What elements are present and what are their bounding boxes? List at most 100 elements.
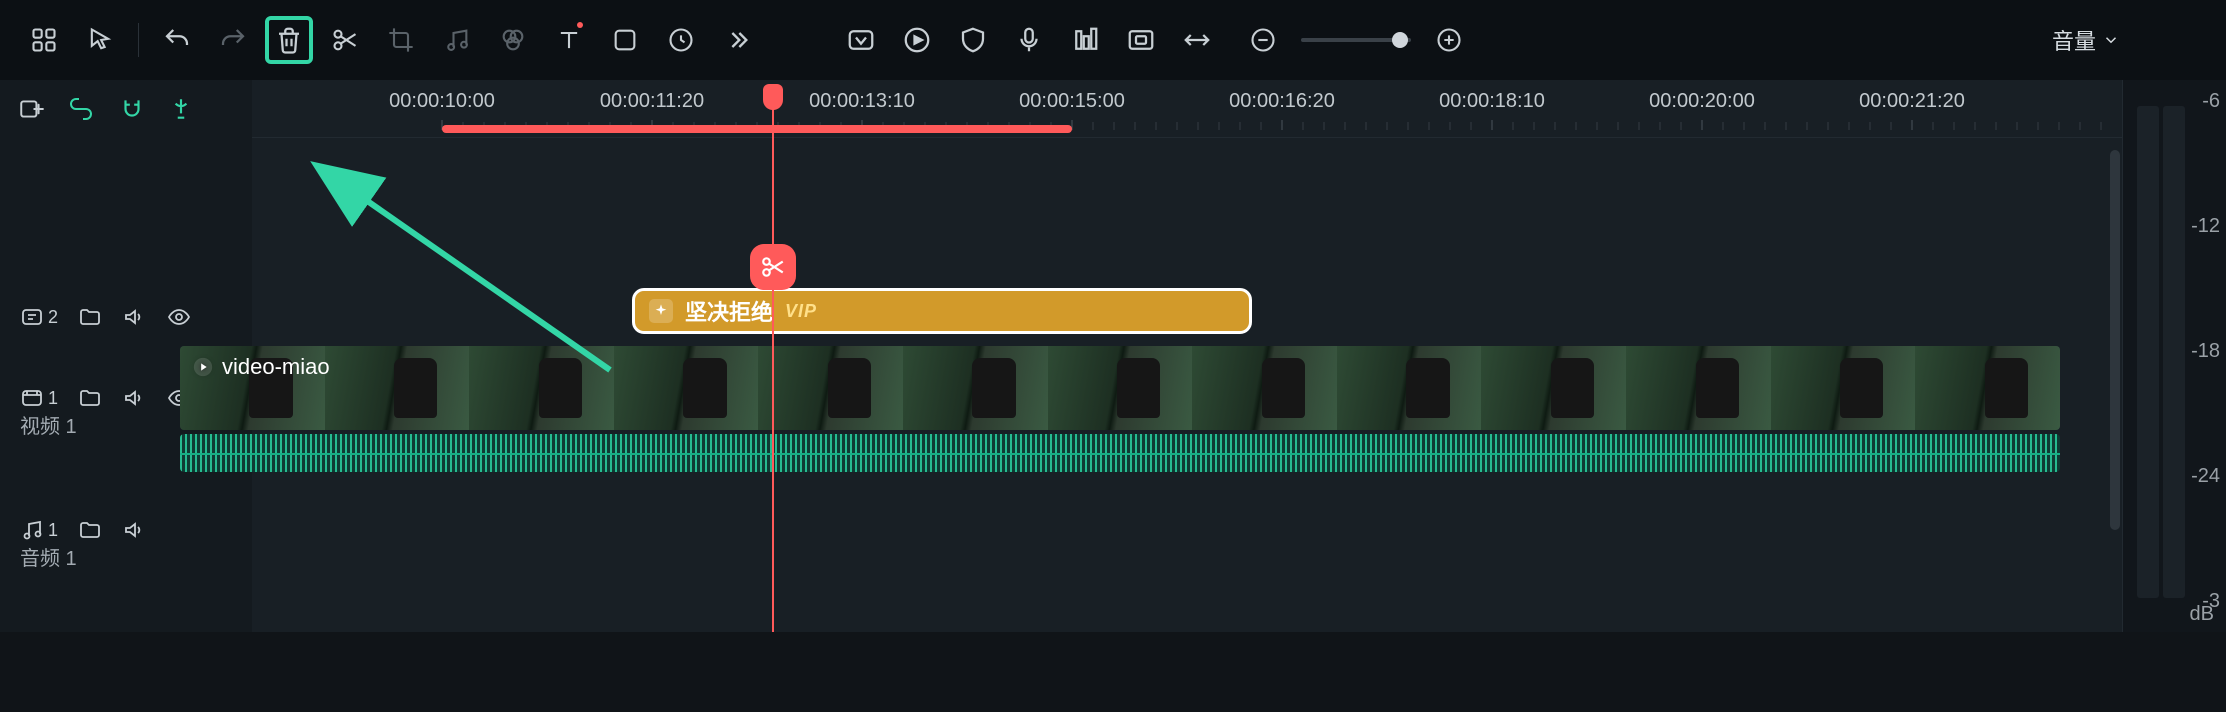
redo-icon[interactable] (209, 16, 257, 64)
video-track-body[interactable]: video-miao (252, 346, 2122, 430)
ruler-tick (1891, 122, 1892, 130)
time-ruler[interactable]: :08:10 00:00:10:0000:00:11:2000:00:13:10… (252, 80, 2122, 138)
ruler-tick (1786, 122, 1787, 130)
ruler-tick (1093, 122, 1094, 130)
audio-track-badge: 1 (48, 520, 58, 541)
zoom-slider-thumb[interactable] (1392, 32, 1408, 48)
video-thumbnail (1771, 346, 1916, 430)
shield-icon[interactable] (949, 16, 997, 64)
video-audio-waveform[interactable] (252, 434, 2122, 472)
screenshot-icon[interactable] (1117, 16, 1165, 64)
meter-level: -24 (2160, 465, 2220, 488)
video-track-icon: 1 (20, 386, 58, 410)
ruler-tick (1198, 122, 1199, 130)
ruler-tick (1870, 122, 1871, 130)
text-icon[interactable] (545, 16, 593, 64)
mute-icon[interactable] (122, 518, 146, 542)
cursor-icon[interactable] (76, 16, 124, 64)
undo-icon[interactable] (153, 16, 201, 64)
video-track-label: 视频 1 (20, 410, 77, 439)
ruler-tick (1681, 122, 1682, 130)
video-thumbnail (903, 346, 1048, 430)
music-note-icon[interactable] (433, 16, 481, 64)
ruler-tick (1492, 120, 1493, 130)
ruler-tick (1618, 122, 1619, 130)
mute-icon[interactable] (122, 305, 146, 329)
ruler-tick (1849, 122, 1850, 130)
ruler-label: 00:00:11:20 (600, 90, 704, 113)
ruler-tick (1975, 122, 1976, 130)
folder-icon[interactable] (78, 305, 102, 329)
ruler-tick (1177, 122, 1178, 130)
scissors-icon[interactable] (321, 16, 369, 64)
marker-icon[interactable] (168, 96, 194, 122)
ruler-tick (1387, 122, 1388, 130)
ruler-label: 00:00:15:00 (1019, 90, 1125, 113)
ruler-tick (1639, 122, 1640, 130)
visibility-icon[interactable] (166, 305, 192, 329)
speed-icon[interactable] (657, 16, 705, 64)
playhead-cap-icon[interactable] (763, 84, 783, 110)
ruler-tick (1576, 122, 1577, 130)
folder-icon[interactable] (78, 386, 102, 410)
split-at-playhead-button[interactable] (750, 244, 796, 290)
video-thumbnail (1048, 346, 1193, 430)
text-track-header[interactable]: 2 (0, 286, 252, 348)
playhead[interactable] (772, 84, 774, 632)
audio-settings-icon[interactable] (1061, 16, 1109, 64)
play-circle-icon[interactable] (893, 16, 941, 64)
text-track-body[interactable]: 坚决拒绝 VIP (252, 288, 2122, 338)
ruler-tick (1282, 120, 1283, 130)
video-track-badge: 1 (48, 388, 58, 409)
add-media-icon[interactable] (18, 96, 44, 122)
mask-icon[interactable] (601, 16, 649, 64)
vertical-scrollbar[interactable] (2110, 150, 2120, 530)
fit-width-icon[interactable] (1173, 16, 1221, 64)
crop-icon[interactable] (377, 16, 425, 64)
text-track-badge: 2 (48, 307, 58, 328)
mute-icon[interactable] (122, 386, 146, 410)
ruler-tick (2059, 122, 2060, 130)
video-thumbnail (1192, 346, 1337, 430)
trash-icon[interactable] (265, 16, 313, 64)
ruler-label: 00:00:13:10 (809, 90, 915, 113)
auto-subtitle-icon[interactable] (837, 16, 885, 64)
ruler-tick (1828, 122, 1829, 130)
ruler-label: 00:00:18:10 (1439, 90, 1545, 113)
video-thumbnail (1626, 346, 1771, 430)
ruler-tick (1912, 120, 1913, 130)
magnet-icon[interactable] (118, 96, 146, 122)
ruler-tick (1555, 122, 1556, 130)
video-clip-title: video-miao (222, 354, 330, 380)
meter-unit: dB (2190, 603, 2214, 626)
ruler-tick (1534, 122, 1535, 130)
link-icon[interactable] (66, 96, 96, 122)
audio-track-label: 音频 1 (20, 542, 77, 571)
ruler-tick (1135, 122, 1136, 130)
ruler-tick (1429, 122, 1430, 130)
microphone-icon[interactable] (1005, 16, 1053, 64)
zoom-in-button[interactable] (1425, 16, 1473, 64)
ruler-label: 00:00:16:20 (1229, 90, 1335, 113)
text-clip[interactable]: 坚决拒绝 VIP (632, 288, 1252, 334)
selection-range-bar[interactable] (442, 125, 1072, 133)
ruler-tick (1660, 122, 1661, 130)
ruler-tick (1807, 122, 1808, 130)
volume-label[interactable]: 音量 (2052, 0, 2120, 80)
video-clip[interactable]: video-miao (180, 346, 2060, 430)
ruler-tick (1345, 122, 1346, 130)
color-adjust-icon[interactable] (489, 16, 537, 64)
more-icon[interactable] (713, 16, 761, 64)
audio-track-header[interactable]: 1 音频 1 (0, 480, 252, 580)
ruler-tick (1765, 122, 1766, 130)
video-thumbnail (469, 346, 614, 430)
video-thumbnail (1915, 346, 2060, 430)
timeline-sub-toolbar (0, 80, 252, 138)
grid-icon[interactable] (20, 16, 68, 64)
folder-icon[interactable] (78, 518, 102, 542)
zoom-slider[interactable] (1301, 38, 1411, 42)
ruler-tick (2080, 122, 2081, 130)
waveform-clip[interactable] (180, 434, 2060, 472)
zoom-out-button[interactable] (1239, 16, 1287, 64)
ruler-label: 00:00:10:00 (389, 90, 495, 113)
